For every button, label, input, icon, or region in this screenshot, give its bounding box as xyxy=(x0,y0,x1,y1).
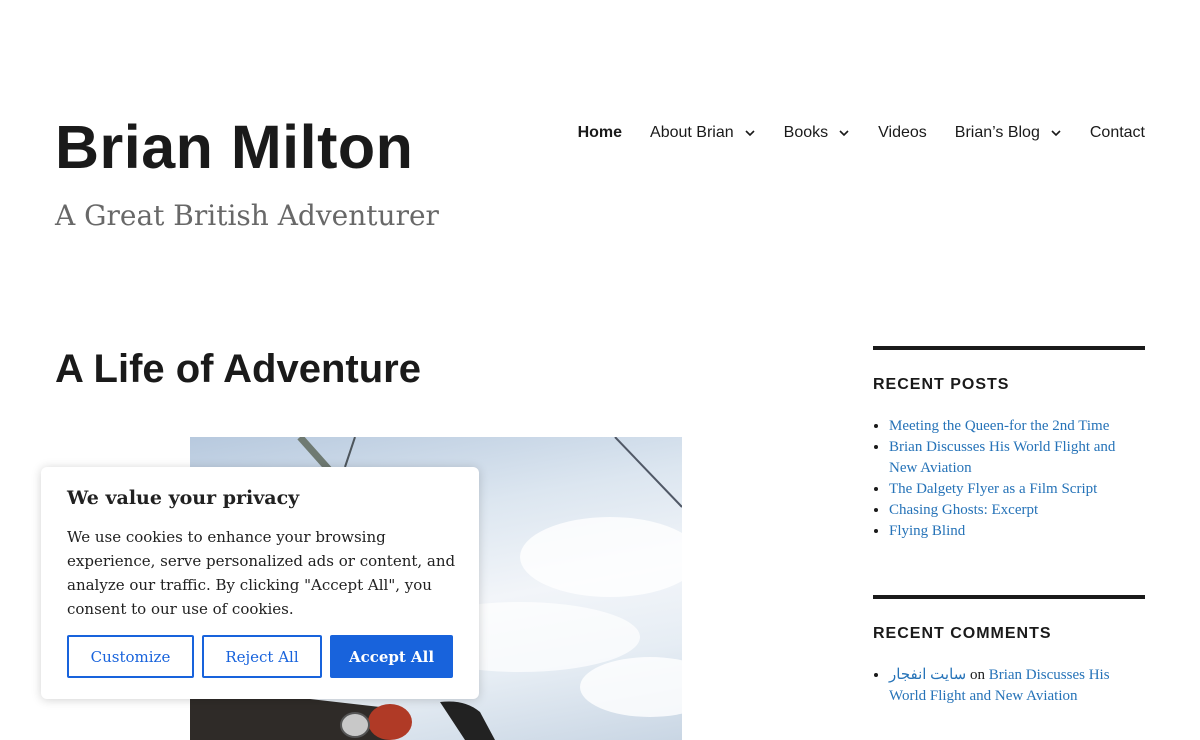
site-title[interactable]: Brian Milton xyxy=(55,112,413,182)
list-item: Brian Discusses His World Flight and New… xyxy=(889,437,1145,479)
post-link[interactable]: Flying Blind xyxy=(889,523,965,539)
post-link[interactable]: Chasing Ghosts: Excerpt xyxy=(889,502,1038,518)
cookie-description: We use cookies to enhance your browsing … xyxy=(67,528,456,618)
cookie-title: We value your privacy xyxy=(67,487,300,509)
recent-comments-list: سایت انفجار on Brian Discusses His World… xyxy=(873,665,1145,707)
post-link[interactable]: Brian Discusses His World Flight and New… xyxy=(889,439,1115,476)
chevron-down-icon[interactable] xyxy=(838,127,850,139)
nav-item-label: Books xyxy=(783,124,829,141)
page-title: A Life of Adventure xyxy=(55,347,421,391)
cookie-consent-banner: We value your privacy We use cookies to … xyxy=(41,467,479,699)
main-navigation: Home About Brian Books Videos Brian’s Bl… xyxy=(550,124,1145,142)
nav-item-videos[interactable]: Videos xyxy=(878,124,927,142)
recent-posts-list: Meeting the Queen-for the 2nd Time Brian… xyxy=(873,416,1145,542)
list-item: Chasing Ghosts: Excerpt xyxy=(889,500,1145,521)
chevron-down-icon[interactable] xyxy=(744,127,756,139)
nav-item-label: Contact xyxy=(1089,124,1145,141)
nav-item-label: About Brian xyxy=(650,124,734,141)
customize-button[interactable]: Customize xyxy=(67,635,194,678)
comment-on-text: on xyxy=(969,667,985,683)
nav-item-home[interactable]: Home xyxy=(578,124,622,142)
recent-comments-widget: RECENT COMMENTS سایت انفجار on Brian Dis… xyxy=(873,595,1145,707)
chevron-down-icon[interactable] xyxy=(1050,127,1062,139)
nav-item-label: Videos xyxy=(878,124,927,141)
list-item: Flying Blind xyxy=(889,521,1145,542)
recent-posts-widget: RECENT POSTS Meeting the Queen-for the 2… xyxy=(873,346,1145,542)
nav-item-books[interactable]: Books xyxy=(784,124,850,142)
list-item: سایت انفجار on Brian Discusses His World… xyxy=(889,665,1145,707)
list-item: Meeting the Queen-for the 2nd Time xyxy=(889,416,1145,437)
nav-item-label: Brian’s Blog xyxy=(954,124,1040,141)
nav-item-brians-blog[interactable]: Brian’s Blog xyxy=(955,124,1062,142)
nav-item-contact[interactable]: Contact xyxy=(1090,124,1145,142)
widget-title: RECENT POSTS xyxy=(873,376,1010,393)
widget-title: RECENT COMMENTS xyxy=(873,625,1052,642)
site-tagline: A Great British Adventurer xyxy=(55,199,439,232)
list-item: The Dalgety Flyer as a Film Script xyxy=(889,479,1145,500)
accept-all-button[interactable]: Accept All xyxy=(330,635,453,678)
reject-all-button[interactable]: Reject All xyxy=(202,635,322,678)
post-link[interactable]: Meeting the Queen-for the 2nd Time xyxy=(889,418,1109,434)
nav-item-about-brian[interactable]: About Brian xyxy=(650,124,756,142)
nav-item-label: Home xyxy=(577,124,623,141)
comment-author-link[interactable]: سایت انفجار xyxy=(889,667,966,683)
post-link[interactable]: The Dalgety Flyer as a Film Script xyxy=(889,481,1097,497)
